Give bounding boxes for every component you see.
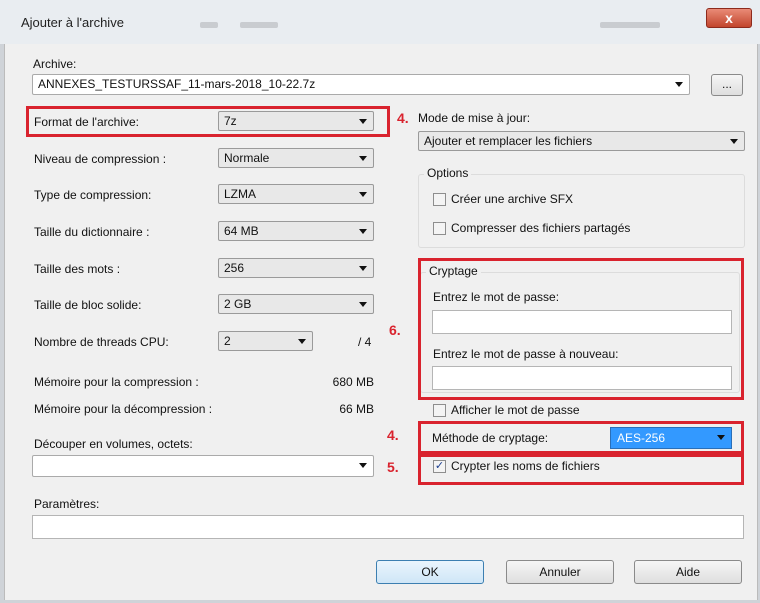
threads-label: Nombre de threads CPU: xyxy=(34,335,169,349)
words-select[interactable]: 256 xyxy=(218,258,374,278)
shared-checkbox[interactable] xyxy=(433,222,446,235)
threads-max: / 4 xyxy=(358,335,372,349)
annotation-box-method xyxy=(418,421,744,454)
background-blur xyxy=(200,22,218,28)
sfx-label: Créer une archive SFX xyxy=(451,192,574,206)
mem-comp-value: 680 MB xyxy=(332,375,374,389)
chevron-down-icon xyxy=(675,82,683,87)
dict-label: Taille du dictionnaire : xyxy=(34,225,150,239)
params-input[interactable] xyxy=(32,515,744,539)
chevron-down-icon xyxy=(359,463,367,468)
level-value: Normale xyxy=(224,151,270,165)
annotation-6-crypto: 6. xyxy=(389,322,401,338)
background-blur xyxy=(240,22,278,28)
threads-value: 2 xyxy=(224,334,231,348)
annotation-4-format: 4. xyxy=(397,110,409,126)
level-select[interactable]: Normale xyxy=(218,148,374,168)
window-title: Ajouter à l'archive xyxy=(21,15,124,30)
mem-comp-label: Mémoire pour la compression : xyxy=(34,375,199,389)
options-group xyxy=(418,174,745,248)
archive-path-combo[interactable]: ANNEXES_TESTURSSAF_11-mars-2018_10-22.7z xyxy=(32,74,690,95)
ok-button[interactable]: OK xyxy=(376,560,484,584)
chevron-down-icon xyxy=(298,339,306,344)
chevron-down-icon xyxy=(730,139,738,144)
type-value: LZMA xyxy=(224,187,257,201)
show-password-checkbox[interactable] xyxy=(433,404,446,417)
update-mode-select[interactable]: Ajouter et remplacer les fichiers xyxy=(418,131,745,151)
annotation-4-method: 4. xyxy=(387,427,399,443)
split-label: Découper en volumes, octets: xyxy=(34,437,193,451)
browse-button[interactable]: ... xyxy=(711,74,743,96)
background-blur xyxy=(600,22,660,28)
block-value: 2 GB xyxy=(224,297,252,311)
shared-label: Compresser des fichiers partagés xyxy=(451,221,631,235)
chevron-down-icon xyxy=(359,229,367,234)
mem-decomp-label: Mémoire pour la décompression : xyxy=(34,402,213,416)
words-value: 256 xyxy=(224,261,245,275)
block-select[interactable]: 2 GB xyxy=(218,294,374,314)
close-button[interactable]: x xyxy=(706,8,752,28)
type-label: Type de compression: xyxy=(34,188,152,202)
archive-label: Archive: xyxy=(33,57,77,71)
help-button[interactable]: Aide xyxy=(634,560,742,584)
level-label: Niveau de compression : xyxy=(34,152,167,166)
annotation-5-names: 5. xyxy=(387,459,399,475)
chevron-down-icon xyxy=(359,156,367,161)
words-label: Taille des mots : xyxy=(34,262,121,276)
params-label: Paramètres: xyxy=(34,497,100,511)
archive-path-value: ANNEXES_TESTURSSAF_11-mars-2018_10-22.7z xyxy=(38,77,316,91)
sfx-checkbox[interactable] xyxy=(433,193,446,206)
chevron-down-icon xyxy=(359,192,367,197)
dict-select[interactable]: 64 MB xyxy=(218,221,374,241)
chevron-down-icon xyxy=(359,266,367,271)
annotation-box-crypto xyxy=(418,258,744,400)
options-title: Options xyxy=(424,166,472,180)
split-combo[interactable] xyxy=(32,455,374,477)
mem-decomp-value: 66 MB xyxy=(339,402,374,416)
update-mode-label: Mode de mise à jour: xyxy=(418,111,531,125)
type-select[interactable]: LZMA xyxy=(218,184,374,204)
update-mode-value: Ajouter et remplacer les fichiers xyxy=(424,134,593,148)
dict-value: 64 MB xyxy=(224,224,259,238)
block-label: Taille de bloc solide: xyxy=(34,298,142,312)
cancel-button[interactable]: Annuler xyxy=(506,560,614,584)
threads-select[interactable]: 2 xyxy=(218,331,313,351)
annotation-box-encrypt-names xyxy=(418,454,744,485)
chevron-down-icon xyxy=(359,302,367,307)
annotation-box-format xyxy=(26,106,390,137)
show-password-label: Afficher le mot de passe xyxy=(451,403,580,417)
